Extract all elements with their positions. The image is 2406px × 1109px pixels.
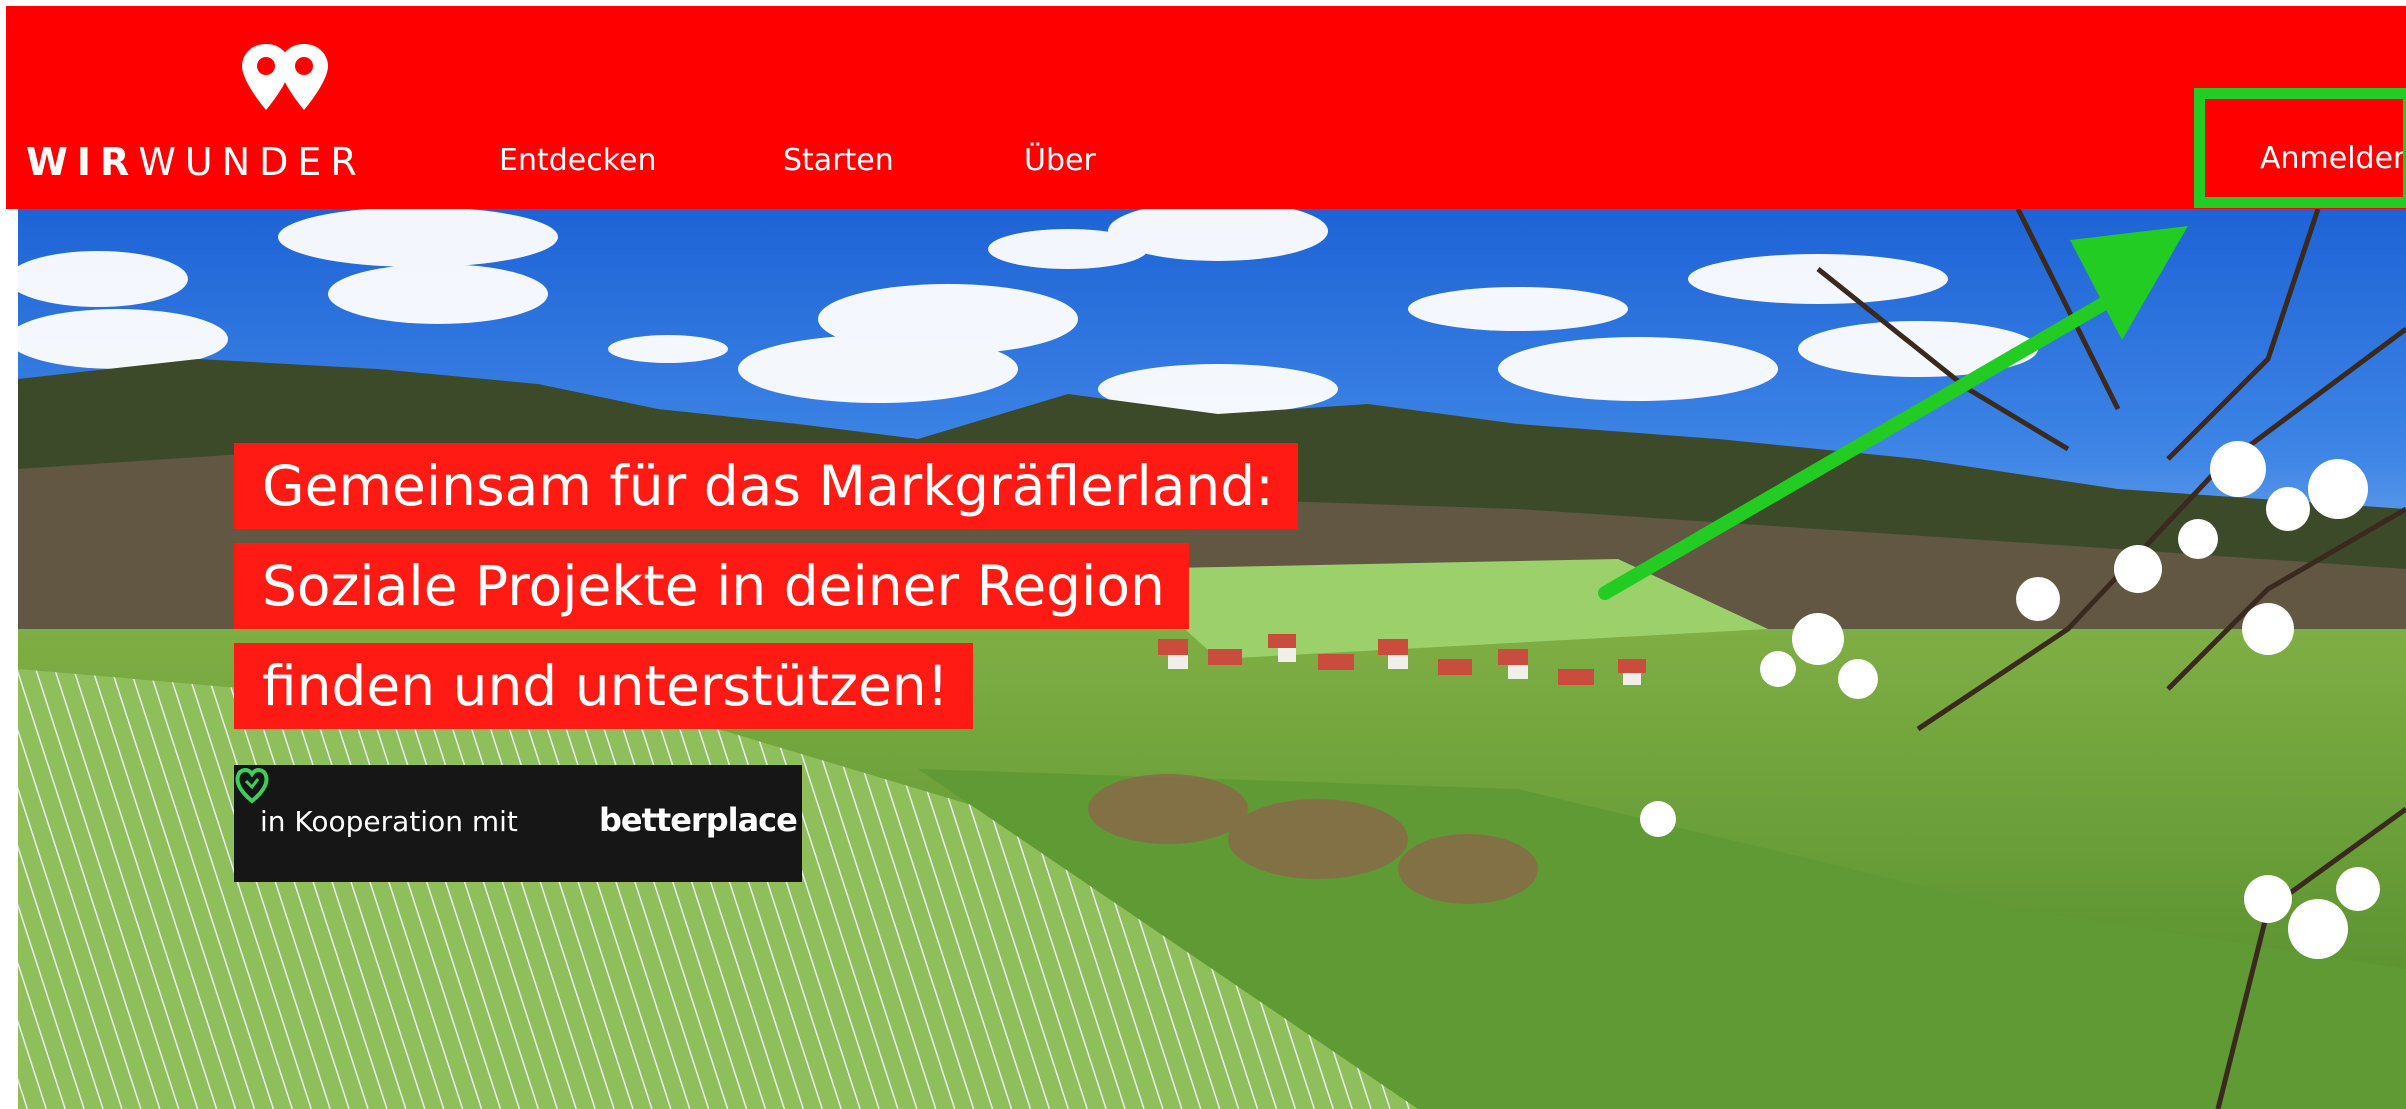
brand-wordmark[interactable]: WIRWUNDER bbox=[26, 140, 366, 184]
nav-ueber[interactable]: Über bbox=[1024, 143, 1096, 178]
brand-light: WUNDER bbox=[138, 140, 366, 184]
page-frame: Gemeinsam für das Markgräflerland: Sozia… bbox=[0, 0, 2406, 1109]
headline-line-2: Soziale Projekte in deiner Region bbox=[234, 543, 1189, 629]
headline-line-1: Gemeinsam für das Markgräflerland: bbox=[234, 443, 1298, 529]
brand-bold: WIR bbox=[26, 140, 139, 184]
login-button[interactable]: Anmelden bbox=[2260, 141, 2406, 176]
hero-banner: Gemeinsam für das Markgräflerland: Sozia… bbox=[18, 209, 2406, 1109]
heart-leaf-icon bbox=[235, 768, 269, 804]
nav-entdecken[interactable]: Entdecken bbox=[499, 143, 657, 178]
cooperation-label: in Kooperation mit bbox=[260, 805, 518, 838]
nav-starten[interactable]: Starten bbox=[783, 143, 894, 178]
site-header: WIRWUNDER Entdecken Starten Über Anmelde… bbox=[6, 6, 2406, 209]
headline-line-3: finden und unterstützen! bbox=[234, 643, 973, 729]
cooperation-badge[interactable]: in Kooperation mit betterplace bbox=[234, 765, 802, 882]
double-location-pin-icon[interactable] bbox=[238, 38, 338, 118]
partner-name: betterplace bbox=[599, 801, 798, 839]
